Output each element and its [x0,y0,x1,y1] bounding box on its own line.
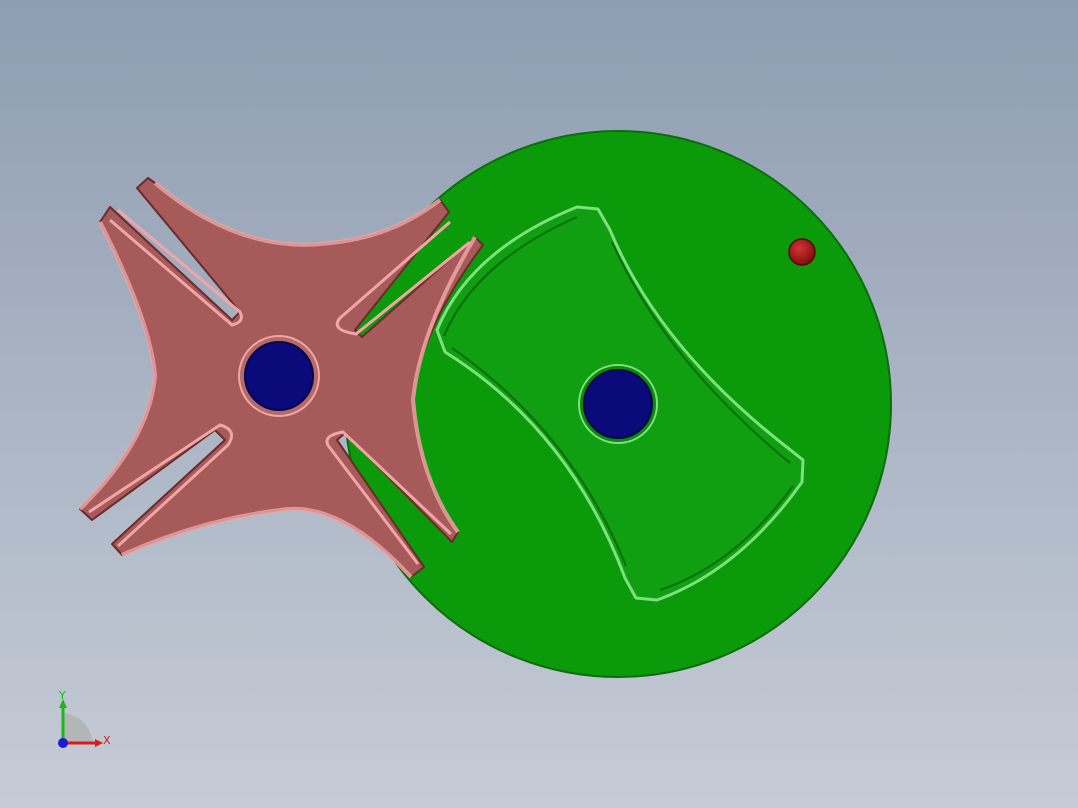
triad-z-axis [58,738,68,748]
graphics-viewport[interactable]: X Y [0,0,1078,808]
drive-hub-hole[interactable] [583,369,653,439]
triad-x-label: X [103,734,111,747]
drive-pin[interactable] [788,238,816,266]
model-scene[interactable]: X Y [0,0,1078,808]
triad-y-label: Y [58,689,66,702]
geneva-hub-hole[interactable] [244,341,314,411]
